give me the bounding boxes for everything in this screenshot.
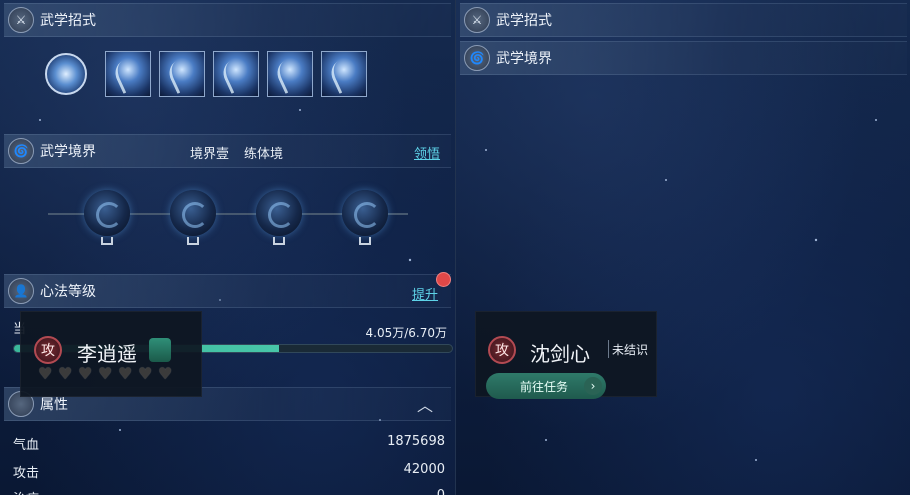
character-name: 沈剑心 xyxy=(530,342,590,366)
attack-badge: 攻 xyxy=(488,336,516,364)
person-icon: 👤 xyxy=(8,278,34,304)
basic-skill-icon[interactable] xyxy=(45,53,87,95)
martial-moves-header: ⚔ 武学招式 xyxy=(460,3,907,37)
right-character-panel: ⚔ 武学招式 🌀 武学境界 xyxy=(455,0,910,495)
favor-heart-icon: ♥ xyxy=(138,364,153,383)
chevron-up-icon[interactable]: ︿ xyxy=(417,392,433,416)
favor-heart-icon: ♥ xyxy=(118,364,133,383)
heart-method-title: 心法等级 xyxy=(40,284,96,300)
favor-heart-icon: ♥ xyxy=(58,364,73,383)
martial-realm-title: 武学境界 xyxy=(496,51,552,67)
skill-2-icon[interactable] xyxy=(159,51,205,97)
realm-node-2-icon[interactable] xyxy=(170,190,216,236)
attack-badge: 攻 xyxy=(34,336,62,364)
notification-dot xyxy=(436,272,451,287)
go-to-task-label: 前往任务 xyxy=(520,379,569,394)
martial-moves-title: 武学招式 xyxy=(496,13,552,29)
attr-value: 0 xyxy=(437,488,445,495)
realm-node-1-icon[interactable] xyxy=(84,190,130,236)
comprehend-link[interactable]: 领悟 xyxy=(414,143,440,162)
character-name: 李逍遥 xyxy=(77,342,137,366)
martial-moves-title: 武学招式 xyxy=(40,13,96,29)
martial-realm-title: 武学境界 xyxy=(40,144,96,160)
attr-label: 气血 xyxy=(13,438,40,453)
character-name-card[interactable]: 攻 李逍遥 xyxy=(20,311,202,397)
martial-moves-header: ⚔ 武学招式 xyxy=(4,3,451,37)
attr-label: 治疗 xyxy=(13,488,39,495)
lock-icon xyxy=(187,237,199,245)
sword-icon: ⚔ xyxy=(464,7,490,33)
attr-label: 攻击 xyxy=(13,466,40,481)
chevron-right-icon: › xyxy=(584,377,602,395)
realm-node-4-icon[interactable] xyxy=(342,190,388,236)
lock-icon xyxy=(359,237,371,245)
lock-icon xyxy=(273,237,285,245)
attributes-title: 属性 xyxy=(40,397,68,413)
martial-realm-header: 🌀 武学境界 xyxy=(460,41,907,75)
character-avatar-icon xyxy=(149,338,171,362)
realm-level-label: 境界壹 xyxy=(190,147,230,162)
attr-value: 1875698 xyxy=(387,434,445,449)
skill-5-icon[interactable] xyxy=(321,51,367,97)
realm-name-label: 练体境 xyxy=(244,147,284,162)
divider xyxy=(608,340,609,358)
favor-heart-icon: ♥ xyxy=(38,364,53,383)
attr-value: 42000 xyxy=(403,462,445,477)
sword-icon: ⚔ xyxy=(8,7,34,33)
skill-3-icon[interactable] xyxy=(213,51,259,97)
realm-node-3-icon[interactable] xyxy=(256,190,302,236)
progress-text: 4.05万/6.70万 xyxy=(365,326,447,340)
favor-heart-icon: ♥ xyxy=(158,364,173,383)
go-to-task-button[interactable]: 前往任务 › xyxy=(486,373,606,399)
skill-4-icon[interactable] xyxy=(267,51,313,97)
relation-status: 未结识 xyxy=(612,343,649,357)
favor-heart-icon: ♥ xyxy=(78,364,93,383)
heart-method-header: 👤 心法等级 xyxy=(4,274,451,308)
left-character-panel: ⚔ 武学招式 🌀 武学境界 境界壹 练体境 领悟 👤 心法等级 提升 当 4.0… xyxy=(0,0,455,495)
upgrade-link[interactable]: 提升 xyxy=(412,284,438,303)
swirl-icon: 🌀 xyxy=(464,45,490,71)
swirl-icon: 🌀 xyxy=(8,138,34,164)
favor-heart-icon: ♥ xyxy=(98,364,113,383)
lock-icon xyxy=(101,237,113,245)
skill-1-icon[interactable] xyxy=(105,51,151,97)
